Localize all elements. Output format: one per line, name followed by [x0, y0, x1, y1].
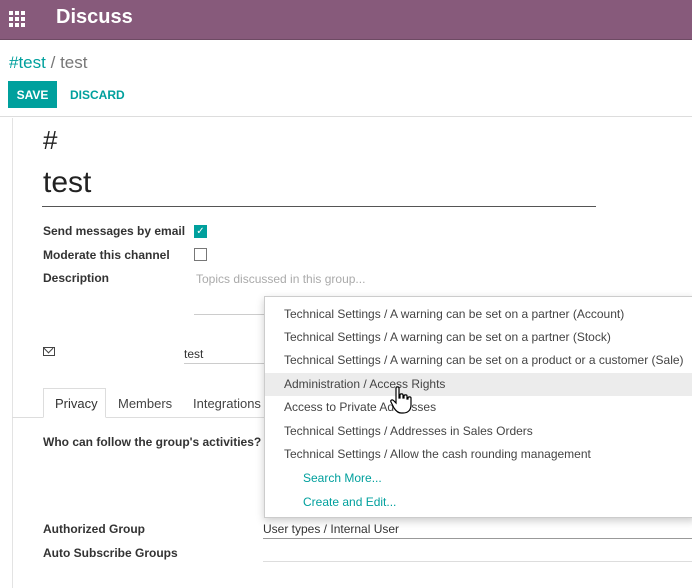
- authorized-group-underline: [263, 538, 692, 539]
- dropdown-item[interactable]: Technical Settings / A warning can be se…: [265, 349, 692, 372]
- channel-name-input[interactable]: test: [43, 166, 91, 200]
- description-label: Description: [43, 271, 110, 285]
- app-title: Discuss: [56, 6, 133, 28]
- breadcrumb-parent[interactable]: #test: [9, 53, 46, 72]
- dropdown-item[interactable]: Technical Settings / A warning can be se…: [265, 303, 692, 326]
- alias-underline: [184, 363, 269, 364]
- autocomplete-dropdown: Technical Settings / A warning can be se…: [264, 296, 692, 518]
- dropdown-item[interactable]: Technical Settings / A warning can be se…: [265, 326, 692, 349]
- tab-integrations[interactable]: Integrations: [193, 388, 275, 418]
- auto-subscribe-input[interactable]: [263, 561, 692, 562]
- breadcrumb-separator: /: [50, 53, 56, 72]
- send-email-label: Send messages by email: [43, 224, 186, 238]
- breadcrumb: #test / test: [9, 53, 87, 73]
- apps-grid-icon[interactable]: [9, 11, 25, 27]
- breadcrumb-current: test: [60, 53, 88, 72]
- save-button[interactable]: SAVE: [8, 81, 57, 108]
- dropdown-item[interactable]: Technical Settings / Allow the cash roun…: [265, 443, 692, 466]
- top-navbar: Discuss: [0, 0, 692, 40]
- authorized-group-input[interactable]: User types / Internal User: [263, 522, 399, 536]
- channel-prefix: #: [43, 125, 58, 155]
- send-email-checkbox[interactable]: ✓: [194, 225, 207, 238]
- moderate-label: Moderate this channel: [43, 248, 170, 262]
- notebook-tabs: Privacy Members Integrations: [12, 388, 270, 418]
- envelope-icon: [43, 347, 55, 356]
- control-panel: #test / test SAVE DISCARD: [0, 41, 692, 117]
- channel-name-underline: [42, 206, 596, 207]
- search-more-link[interactable]: Search More...: [303, 467, 382, 490]
- tab-privacy[interactable]: Privacy: [43, 388, 106, 418]
- follow-question-label: Who can follow the group's activities?: [43, 435, 262, 449]
- dropdown-item[interactable]: Access to Private Addresses: [265, 396, 692, 419]
- dropdown-item[interactable]: Technical Settings / Addresses in Sales …: [265, 420, 692, 443]
- authorized-group-label: Authorized Group: [43, 522, 145, 536]
- discard-button[interactable]: DISCARD: [67, 81, 128, 108]
- create-and-edit-link[interactable]: Create and Edit...: [303, 491, 396, 514]
- alias-input[interactable]: test: [184, 347, 203, 361]
- auto-subscribe-label: Auto Subscribe Groups: [43, 546, 178, 560]
- description-underline: [194, 314, 269, 315]
- description-input[interactable]: Topics discussed in this group...: [196, 272, 365, 286]
- tab-members[interactable]: Members: [118, 388, 184, 418]
- hand-pointer-icon: [390, 386, 412, 414]
- dropdown-item-hovered[interactable]: Administration / Access Rights: [265, 373, 692, 396]
- moderate-checkbox[interactable]: [194, 248, 207, 261]
